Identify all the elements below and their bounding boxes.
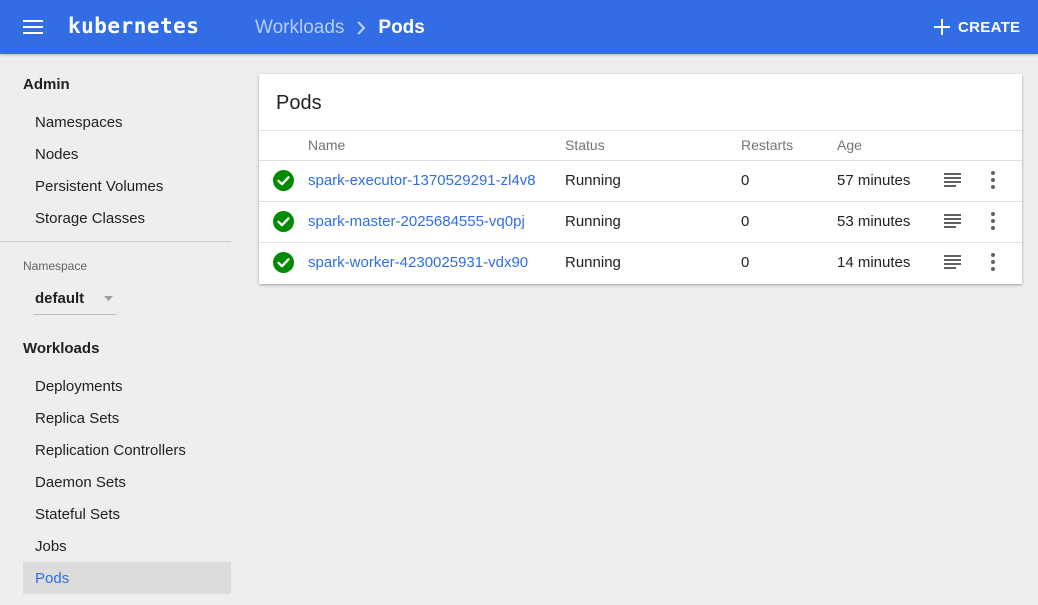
menu-button[interactable] [18, 14, 48, 40]
sidebar-item-replica-sets[interactable]: Replica Sets [23, 402, 231, 434]
breadcrumb-workloads[interactable]: Workloads [255, 17, 344, 39]
check-circle-icon [273, 211, 294, 232]
table-row: spark-executor-1370529291-zl4v8 Running … [259, 160, 1022, 201]
sidebar-item-namespaces[interactable]: Namespaces [23, 106, 231, 138]
check-circle-icon [273, 252, 294, 273]
sidebar-heading-workloads[interactable]: Workloads [23, 340, 99, 357]
create-button[interactable]: CREATE [930, 12, 1024, 42]
pods-card: Pods Name Status Restarts Age spark-exec… [259, 74, 1022, 284]
logs-icon[interactable] [943, 170, 963, 190]
sidebar-item-storage-classes[interactable]: Storage Classes [23, 202, 231, 234]
sidebar-item-label: Storage Classes [35, 209, 146, 227]
more-vert-icon[interactable] [983, 211, 1003, 231]
more-vert-icon[interactable] [983, 252, 1003, 272]
breadcrumb: Workloads Pods [255, 16, 425, 40]
pod-age: 57 minutes [837, 172, 911, 189]
column-header-age[interactable]: Age [837, 137, 862, 153]
sidebar-item-deployments[interactable]: Deployments [23, 370, 231, 402]
check-circle-icon [273, 170, 294, 191]
top-app-bar: kubernetes Workloads Pods CREATE [0, 0, 1038, 54]
pod-restarts: 0 [741, 213, 750, 230]
more-vert-icon[interactable] [983, 170, 1003, 190]
sidebar-item-label: Replication Controllers [35, 441, 186, 459]
table-row: spark-worker-4230025931-vdx90 Running 0 … [259, 242, 1022, 283]
sidebar-item-replication-controllers[interactable]: Replication Controllers [23, 434, 231, 466]
column-header-name[interactable]: Name [308, 137, 345, 153]
caret-down-icon [104, 296, 113, 301]
table-row: spark-master-2025684555-vq0pj Running 0 … [259, 201, 1022, 242]
sidebar-item-label: Daemon Sets [35, 473, 126, 491]
sidebar-item-pods[interactable]: Pods [23, 562, 231, 594]
pod-status: Running [565, 254, 621, 271]
sidebar-item-label: Jobs [35, 537, 67, 555]
pod-age: 14 minutes [837, 254, 911, 271]
sidebar-item-daemon-sets[interactable]: Daemon Sets [23, 466, 231, 498]
namespace-value: default [35, 290, 85, 307]
column-header-restarts: Restarts [741, 137, 794, 153]
divider [259, 130, 1022, 131]
pod-name-link[interactable]: spark-master-2025684555-vq0pj [308, 213, 525, 230]
menu-icon [23, 20, 43, 34]
pod-status: Running [565, 172, 621, 189]
pod-restarts: 0 [741, 172, 750, 189]
sidebar-item-label: Nodes [35, 145, 79, 163]
sidebar-item-stateful-sets[interactable]: Stateful Sets [23, 498, 231, 530]
column-header-status: Status [565, 137, 605, 153]
namespace-select[interactable]: default [33, 284, 116, 315]
pod-status: Running [565, 213, 621, 230]
sidebar-item-label: Namespaces [35, 113, 123, 131]
sidebar-heading-admin[interactable]: Admin [23, 76, 70, 93]
sidebar-item-label: Replica Sets [35, 409, 120, 427]
plus-icon [934, 19, 950, 35]
sidebar-item-label: Pods [35, 569, 70, 587]
sidebar-item-persistent-volumes[interactable]: Persistent Volumes [23, 170, 231, 202]
sidebar-item-nodes[interactable]: Nodes [23, 138, 231, 170]
sidebar-item-label: Stateful Sets [35, 505, 121, 523]
brand-logo[interactable]: kubernetes [68, 14, 199, 38]
sidebar-item-label: Deployments [35, 377, 123, 395]
logs-icon[interactable] [943, 252, 963, 272]
sidebar: Admin Namespaces Nodes Persistent Volume… [0, 54, 231, 605]
chevron-right-icon [344, 21, 378, 35]
namespace-label: Namespace [23, 259, 88, 273]
pod-age: 53 minutes [837, 213, 911, 230]
pod-name-link[interactable]: spark-executor-1370529291-zl4v8 [308, 172, 536, 189]
create-button-label: CREATE [958, 18, 1021, 36]
breadcrumb-current: Pods [378, 17, 425, 38]
card-title: Pods [276, 92, 322, 114]
pod-restarts: 0 [741, 254, 750, 271]
sidebar-item-label: Persistent Volumes [35, 177, 164, 195]
sidebar-item-jobs[interactable]: Jobs [23, 530, 231, 562]
pod-name-link[interactable]: spark-worker-4230025931-vdx90 [308, 254, 528, 271]
sidebar-divider [0, 241, 231, 242]
logs-icon[interactable] [943, 211, 963, 231]
